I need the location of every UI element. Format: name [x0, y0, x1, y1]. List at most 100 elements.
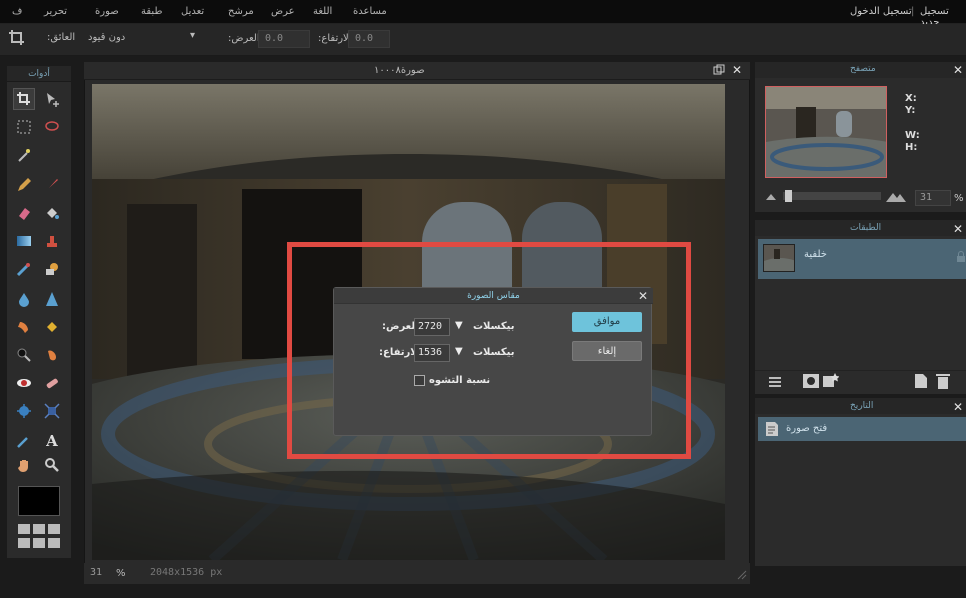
layer-name[interactable]: خلفية	[804, 249, 827, 260]
burn-icon[interactable]	[41, 344, 63, 366]
new-layer-icon[interactable]	[915, 374, 927, 391]
menu-edit[interactable]: تحرير	[44, 6, 67, 17]
options-height-field[interactable]: 0.0	[348, 30, 390, 48]
bloat-icon[interactable]	[13, 400, 35, 422]
marquee-tool-icon[interactable]	[13, 116, 35, 138]
history-item[interactable]: فتح صورة	[758, 417, 966, 441]
layers-close-icon[interactable]: ✕	[953, 223, 963, 235]
canvas-titlebar: صورة١٠٠٠٨ ✕	[84, 62, 750, 80]
cancel-button[interactable]: إلغاء	[572, 341, 642, 361]
layer-effects-icon[interactable]	[823, 373, 840, 392]
layers-header: الطبقات ✕	[755, 220, 966, 236]
move-tool-icon[interactable]	[41, 88, 63, 110]
pencil-icon[interactable]	[13, 174, 35, 196]
open-file-icon	[766, 422, 780, 439]
history-title: التاريخ	[850, 401, 874, 411]
drawing-tool-icon[interactable]	[41, 258, 63, 280]
navigator-zoom-input[interactable]: 31	[915, 190, 951, 206]
navigator-close-icon[interactable]: ✕	[953, 64, 963, 76]
menu-file[interactable]: ف	[12, 6, 22, 17]
menu-layer[interactable]: طبقة	[141, 6, 162, 17]
clone-stamp-icon[interactable]	[41, 230, 63, 252]
height-input[interactable]: 1536	[414, 344, 450, 362]
gradient-icon[interactable]	[13, 230, 35, 252]
navigator-zoom-unit: %	[954, 193, 964, 204]
zoom-slider-track[interactable]	[783, 192, 881, 200]
color-swatch[interactable]	[18, 486, 60, 516]
crop-tool-icon[interactable]	[13, 88, 35, 110]
canvas-close-icon[interactable]: ✕	[732, 64, 742, 76]
canvas-zoom-value[interactable]: 31	[90, 567, 102, 578]
constrain-checkbox[interactable]	[414, 375, 425, 386]
width-unit-label[interactable]: بيكسلات	[473, 321, 514, 332]
tools-panel: A	[7, 82, 71, 558]
layer-thumbnail	[763, 244, 795, 272]
options-width-label: :العرض	[228, 33, 260, 44]
sharpen-icon[interactable]	[41, 288, 63, 310]
menu-help[interactable]: مساعدة	[353, 6, 387, 17]
zoom-out-mountain-icon[interactable]	[766, 192, 778, 203]
layer-settings-icon[interactable]	[768, 375, 782, 392]
menu-view[interactable]: عرض	[271, 6, 295, 17]
lasso-tool-icon[interactable]	[41, 116, 63, 138]
dodge-icon[interactable]	[13, 344, 35, 366]
menu-bar: ف تحرير صورة طبقة تعديل مرشح عرض اللغة م…	[0, 0, 966, 28]
history-panel: فتح صورة	[755, 414, 966, 566]
height-unit-label[interactable]: بيكسلات	[473, 347, 514, 358]
zoom-in-mountain-icon[interactable]	[886, 190, 906, 205]
paint-bucket-icon[interactable]	[41, 202, 63, 224]
w-label: W:	[905, 130, 920, 141]
blur-icon[interactable]	[13, 288, 35, 310]
trash-icon[interactable]	[936, 373, 950, 392]
menu-image[interactable]: صورة	[95, 6, 119, 17]
pinch-icon[interactable]	[41, 400, 63, 422]
zoom-tool-icon[interactable]	[41, 454, 63, 476]
color-picker-icon[interactable]	[13, 430, 35, 452]
width-unit-chevron-down-icon[interactable]: ▼	[455, 320, 463, 331]
layers-panel: خلفية	[755, 236, 966, 394]
sponge-icon[interactable]	[41, 316, 63, 338]
height-unit-chevron-down-icon[interactable]: ▼	[455, 346, 463, 357]
menu-language[interactable]: اللغة	[313, 6, 332, 17]
app-root: ف تحرير صورة طبقة تعديل مرشح عرض اللغة م…	[0, 0, 966, 598]
navigator-header: متصفح ✕	[755, 62, 966, 78]
chevron-down-icon: ▾	[190, 30, 196, 41]
red-eye-icon[interactable]	[13, 372, 35, 394]
y-label: Y:	[905, 105, 916, 116]
color-replace-icon[interactable]	[13, 258, 35, 280]
resize-grip-icon[interactable]	[737, 570, 747, 583]
history-close-icon[interactable]: ✕	[953, 401, 963, 413]
brush-icon[interactable]	[41, 174, 63, 196]
width-input[interactable]: 2720	[414, 318, 450, 336]
canvas-title: صورة١٠٠٠٨	[374, 65, 425, 76]
magic-wand-icon[interactable]	[13, 144, 35, 166]
x-label: X:	[905, 93, 917, 104]
spot-heal-icon[interactable]	[41, 372, 63, 394]
zoom-slider-handle[interactable]	[785, 190, 792, 202]
eraser-icon[interactable]	[13, 202, 35, 224]
navigator-thumbnail[interactable]	[765, 86, 887, 178]
constrain-label: نسبة التشوه	[429, 375, 491, 386]
history-item-label: فتح صورة	[786, 423, 828, 434]
constraint-select[interactable]: :العائق دون قيود ▾	[40, 30, 200, 48]
auth-separator: |	[911, 6, 915, 17]
tools-panel-title: أدوات	[7, 66, 71, 82]
layer-mask-icon[interactable]	[803, 374, 819, 391]
ok-button[interactable]: موافق	[572, 312, 642, 332]
menu-adjust[interactable]: تعديل	[181, 6, 204, 17]
constraint-value: دون قيود	[88, 32, 126, 43]
crop-tool-icon	[8, 29, 26, 50]
options-bar: :العائق دون قيود ▾ :العرض 0.0 :الارتفاع …	[0, 24, 966, 56]
type-tool-icon[interactable]: A	[41, 430, 63, 452]
smudge-icon[interactable]	[13, 316, 35, 338]
dialog-close-icon[interactable]: ✕	[638, 290, 648, 302]
menu-filter[interactable]: مرشح	[228, 6, 254, 17]
layer-row[interactable]: خلفية	[758, 239, 966, 279]
maximize-icon[interactable]	[713, 64, 725, 79]
hand-tool-icon[interactable]	[13, 454, 35, 476]
layers-title: الطبقات	[850, 223, 882, 233]
screen-mode-icon[interactable]	[18, 524, 62, 550]
lock-icon	[956, 251, 966, 266]
options-width-field[interactable]: 0.0	[258, 30, 310, 48]
login-link[interactable]: تسجيل الدخول	[850, 6, 912, 17]
